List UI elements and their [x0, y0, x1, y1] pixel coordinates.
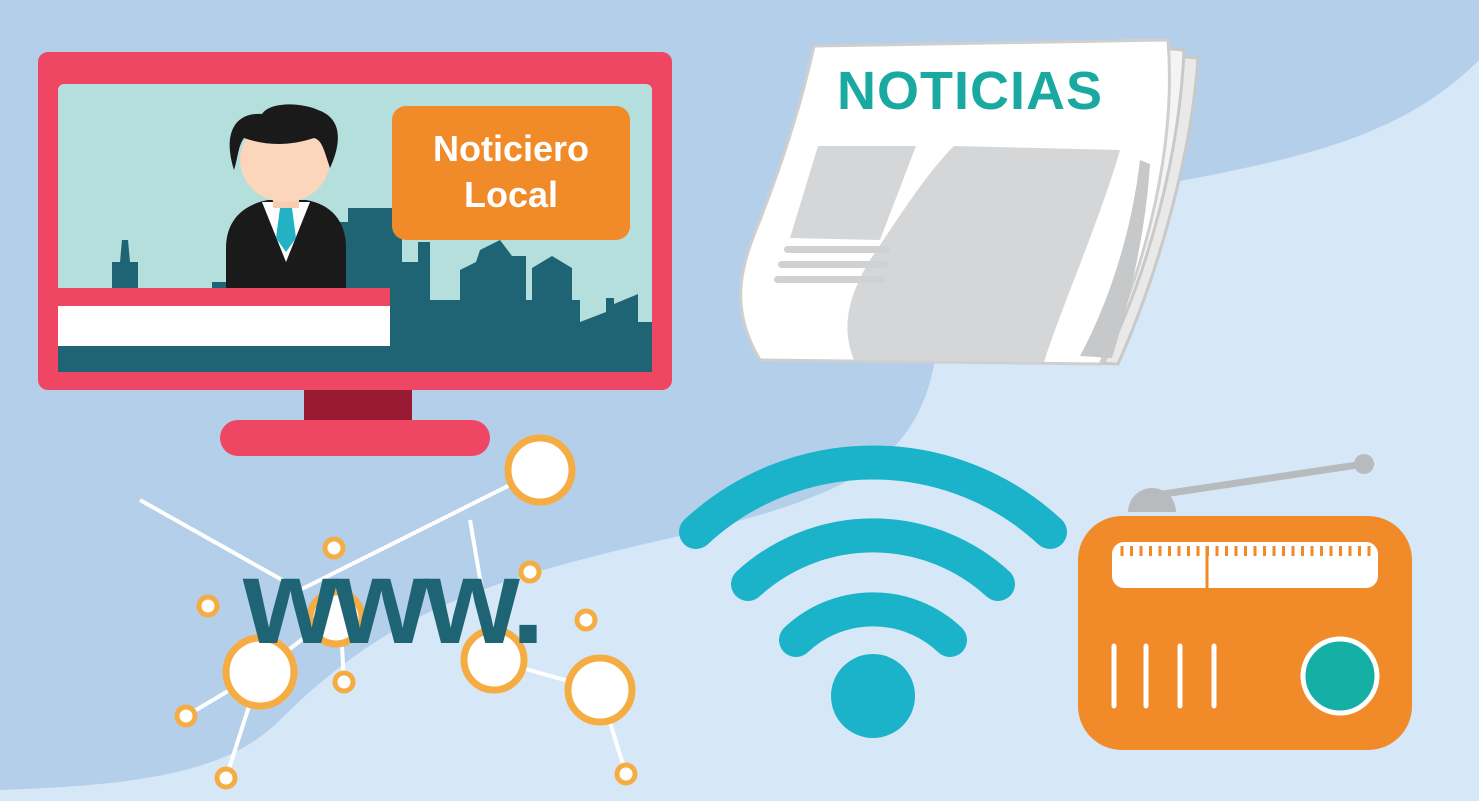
- network-node: [196, 594, 220, 618]
- lower-third-top: [58, 288, 390, 306]
- network-node: [564, 654, 636, 726]
- scene-canvas: [0, 0, 1479, 801]
- radio-knob: [1300, 636, 1380, 716]
- network-node: [214, 766, 238, 790]
- network-node: [614, 762, 638, 786]
- network-node: [574, 608, 598, 632]
- news-media-illustration: NOTICIAS Noticiero Local www.: [0, 0, 1479, 801]
- news-badge-text: Noticiero Local: [392, 106, 630, 240]
- news-badge-line2: Local: [463, 174, 559, 215]
- newspaper-title: NOTICIAS: [836, 61, 1103, 121]
- lower-third-bar: [58, 306, 390, 346]
- network-node: [504, 434, 576, 506]
- newspaper-line: [784, 246, 890, 253]
- newspaper-line: [778, 261, 888, 268]
- radio-antenna-tip: [1354, 454, 1374, 474]
- news-badge-line1: Noticiero: [432, 128, 590, 169]
- tv-base: [220, 420, 490, 456]
- www-text: www.: [243, 533, 545, 669]
- network-node: [332, 670, 356, 694]
- wifi-dot: [831, 654, 915, 738]
- network-node: [174, 704, 198, 728]
- newspaper-line: [774, 276, 886, 283]
